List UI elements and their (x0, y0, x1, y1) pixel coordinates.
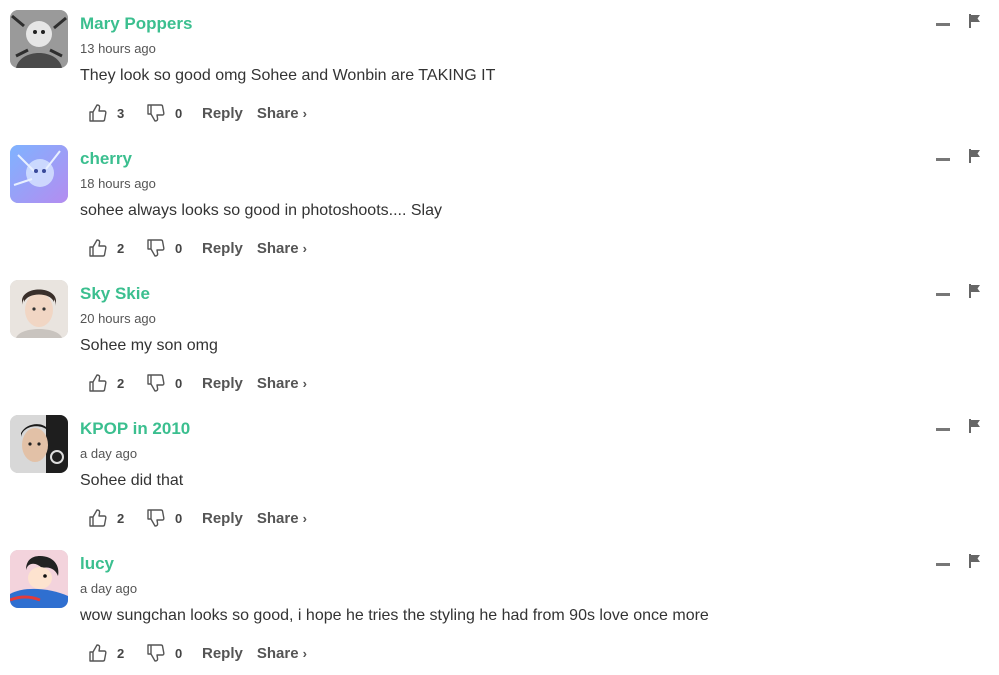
chevron-right-icon: › (302, 375, 307, 391)
flag-icon[interactable] (969, 284, 981, 298)
avatar[interactable] (10, 550, 68, 608)
thumbs-up-icon (89, 644, 107, 662)
like-count: 2 (117, 510, 125, 526)
dislike-count: 0 (175, 375, 183, 391)
reply-button[interactable]: Reply (202, 510, 243, 527)
like-button[interactable]: 2 (88, 643, 146, 663)
avatar[interactable] (10, 145, 68, 203)
dislike-button[interactable]: 0 (146, 103, 202, 123)
dislike-button[interactable]: 0 (146, 238, 202, 258)
comment-actions: 2 0 Reply Share › (88, 236, 307, 260)
dislike-count: 0 (175, 645, 183, 661)
thumbs-down-icon (147, 509, 165, 527)
author-name[interactable]: KPOP in 2010 (80, 419, 190, 439)
share-button[interactable]: Share › (257, 510, 307, 527)
comment-actions: 2 0 Reply Share › (88, 506, 307, 530)
avatar[interactable] (10, 10, 68, 68)
minimize-icon[interactable] (936, 428, 950, 431)
share-button[interactable]: Share › (257, 105, 307, 122)
like-button[interactable]: 3 (88, 103, 146, 123)
comment-text: Sohee did that (80, 472, 184, 489)
chevron-right-icon: › (302, 240, 307, 256)
comment-actions: 3 0 Reply Share › (88, 101, 307, 125)
timestamp: 20 hours ago (80, 311, 156, 326)
reply-button[interactable]: Reply (202, 645, 243, 662)
comment-text: wow sungchan looks so good, i hope he tr… (80, 607, 709, 624)
share-label: Share (256, 644, 299, 662)
flag-icon[interactable] (969, 149, 981, 163)
like-button[interactable]: 2 (88, 373, 146, 393)
minimize-icon[interactable] (936, 293, 950, 296)
comment-item: KPOP in 2010 a day ago Sohee did that 2 … (0, 405, 999, 540)
reply-button[interactable]: Reply (202, 375, 243, 392)
dislike-button[interactable]: 0 (146, 373, 202, 393)
minimize-icon[interactable] (936, 158, 950, 161)
chevron-right-icon: › (302, 510, 307, 526)
like-count: 2 (117, 645, 125, 661)
dislike-button[interactable]: 0 (146, 643, 202, 663)
share-button[interactable]: Share › (257, 375, 307, 392)
share-button[interactable]: Share › (257, 240, 307, 257)
avatar[interactable] (10, 280, 68, 338)
timestamp: a day ago (80, 446, 138, 461)
thumbs-down-icon (147, 104, 165, 122)
thumbs-up-icon (89, 104, 107, 122)
reply-button[interactable]: Reply (202, 105, 243, 122)
like-count: 2 (117, 240, 125, 256)
timestamp: 18 hours ago (80, 176, 156, 191)
dislike-count: 0 (175, 105, 183, 121)
comment-item: Sky Skie 20 hours ago Sohee my son omg 2… (0, 270, 999, 405)
flag-icon[interactable] (969, 554, 981, 568)
reply-button[interactable]: Reply (202, 240, 243, 257)
thumbs-down-icon (147, 644, 165, 662)
like-button[interactable]: 2 (88, 508, 146, 528)
flag-icon[interactable] (969, 14, 981, 28)
comment-item: Mary Poppers 13 hours ago They look so g… (0, 0, 999, 135)
comment-actions: 2 0 Reply Share › (88, 371, 307, 395)
share-label: Share (256, 239, 299, 257)
timestamp: a day ago (80, 581, 138, 596)
thumbs-up-icon (89, 509, 107, 527)
minimize-icon[interactable] (936, 23, 950, 26)
share-label: Share (256, 104, 299, 122)
comment-text: sohee always looks so good in photoshoot… (80, 202, 442, 219)
author-name[interactable]: Mary Poppers (80, 14, 192, 34)
thumbs-down-icon (147, 374, 165, 392)
share-label: Share (256, 509, 299, 527)
comment-item: cherry 18 hours ago sohee always looks s… (0, 135, 999, 270)
chevron-right-icon: › (302, 645, 307, 661)
dislike-count: 0 (175, 510, 183, 526)
minimize-icon[interactable] (936, 563, 950, 566)
timestamp: 13 hours ago (80, 41, 156, 56)
thumbs-down-icon (147, 239, 165, 257)
comment-text: Sohee my son omg (80, 337, 218, 354)
like-count: 3 (117, 105, 125, 121)
like-button[interactable]: 2 (88, 238, 146, 258)
comment-list: Mary Poppers 13 hours ago They look so g… (0, 0, 999, 671)
share-label: Share (256, 374, 299, 392)
author-name[interactable]: lucy (80, 554, 114, 574)
comment-item: lucy a day ago wow sungchan looks so goo… (0, 540, 999, 675)
thumbs-up-icon (89, 374, 107, 392)
comment-actions: 2 0 Reply Share › (88, 641, 307, 665)
author-name[interactable]: cherry (80, 149, 132, 169)
flag-icon[interactable] (969, 419, 981, 433)
dislike-button[interactable]: 0 (146, 508, 202, 528)
comment-text: They look so good omg Sohee and Wonbin a… (80, 67, 496, 84)
author-name[interactable]: Sky Skie (80, 284, 150, 304)
share-button[interactable]: Share › (257, 645, 307, 662)
thumbs-up-icon (89, 239, 107, 257)
dislike-count: 0 (175, 240, 183, 256)
chevron-right-icon: › (302, 105, 307, 121)
avatar[interactable] (10, 415, 68, 473)
like-count: 2 (117, 375, 125, 391)
